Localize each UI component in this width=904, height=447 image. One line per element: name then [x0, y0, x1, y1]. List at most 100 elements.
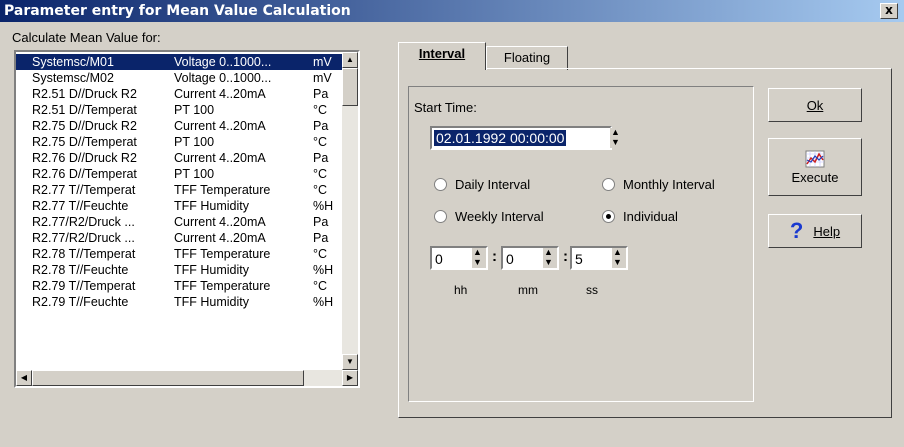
list-item[interactable]: R2.75 D//Druck R2 Current 4..20mA Pa	[16, 118, 357, 134]
list-item[interactable]: Systemsc/M02 Voltage 0..1000... mV	[16, 70, 357, 86]
channel-unit: °C	[313, 103, 328, 117]
radio-weekly-label: Weekly Interval	[455, 209, 544, 224]
list-item[interactable]: R2.78 T//Temperat TFF Temperature °C	[16, 246, 357, 262]
horizontal-scrollbar[interactable]: ◀ ▶	[16, 370, 358, 386]
help-button[interactable]: ? Help	[768, 214, 862, 248]
start-time-value: 02.01.1992 00:00:00	[434, 130, 567, 146]
channel-unit: Pa	[313, 151, 329, 165]
minutes-spinner[interactable]: ▲ ▼	[543, 248, 557, 268]
channel-unit: Pa	[313, 231, 329, 245]
ok-button-label: Ok	[806, 97, 824, 113]
tab-floating-label: Floating	[503, 50, 551, 65]
spin-up-icon[interactable]: ▲	[544, 248, 553, 257]
channel-type: TFF Temperature	[174, 279, 271, 293]
list-item[interactable]: R2.79 T//Feuchte TFF Humidity %H	[16, 294, 357, 310]
spin-down-icon[interactable]: ▼	[611, 138, 620, 147]
list-item[interactable]: R2.77 T//Temperat TFF Temperature °C	[16, 182, 357, 198]
window-title: Parameter entry for Mean Value Calculati…	[4, 3, 351, 19]
start-time-label: Start Time:	[414, 100, 477, 115]
channel-unit: °C	[313, 279, 328, 293]
channel-unit: Pa	[313, 215, 329, 229]
radio-individual[interactable]: Individual	[602, 209, 678, 224]
seconds-spinner[interactable]: ▲ ▼	[612, 248, 626, 268]
minutes-unit-label: mm	[518, 283, 538, 297]
question-icon: ?	[789, 218, 804, 243]
channel-type: TFF Temperature	[174, 183, 271, 197]
list-item[interactable]: R2.51 D//Temperat PT 100 °C	[16, 102, 357, 118]
list-item[interactable]: R2.77 T//Feuchte TFF Humidity %H	[16, 198, 357, 214]
spin-down-icon[interactable]: ▼	[544, 258, 553, 267]
scroll-up-icon[interactable]: ▲	[342, 52, 358, 68]
channel-list[interactable]: Systemsc/M01 Voltage 0..1000... mV Systemsc…	[14, 50, 360, 388]
channel-type: TFF Humidity	[174, 263, 249, 277]
radio-daily-interval[interactable]: Daily Interval	[434, 177, 530, 192]
scroll-down-icon[interactable]: ▼	[342, 354, 358, 370]
channel-unit: °C	[313, 183, 328, 197]
channel-name: R2.78 T//Temperat	[32, 247, 136, 261]
tab-floating[interactable]: Floating	[486, 46, 568, 70]
list-item[interactable]: R2.76 D//Temperat PT 100 °C	[16, 166, 357, 182]
channel-type: Current 4..20mA	[174, 231, 266, 245]
list-item[interactable]: R2.76 D//Druck R2 Current 4..20mA Pa	[16, 150, 357, 166]
channel-name: R2.79 T//Feuchte	[32, 295, 129, 309]
horizontal-scroll-thumb[interactable]	[32, 370, 304, 386]
list-item[interactable]: R2.78 T//Feuchte TFF Humidity %H	[16, 262, 357, 278]
channel-unit: %H	[313, 199, 334, 213]
channel-name: Systemsc/M02	[32, 71, 114, 85]
channel-name: R2.75 D//Druck R2	[32, 119, 137, 133]
channel-name: R2.75 D//Temperat	[32, 135, 137, 149]
tab-interval[interactable]: Interval	[398, 42, 486, 70]
radio-button-icon[interactable]	[602, 210, 615, 223]
vertical-scrollbar[interactable]: ▲ ▼	[342, 52, 358, 370]
channel-type: Current 4..20mA	[174, 215, 266, 229]
spin-up-icon[interactable]: ▲	[473, 248, 482, 257]
spin-up-icon[interactable]: ▲	[613, 248, 622, 257]
channel-name: R2.77/R2/Druck ...	[32, 231, 135, 245]
channel-type: Voltage 0..1000...	[174, 55, 272, 69]
channel-name: Systemsc/M01	[32, 55, 114, 69]
list-item[interactable]: R2.51 D//Druck R2 Current 4..20mA Pa	[16, 86, 357, 102]
channel-type: TFF Humidity	[174, 295, 249, 309]
ok-button[interactable]: Ok	[768, 88, 862, 122]
vertical-scroll-thumb[interactable]	[342, 68, 358, 106]
list-item[interactable]: R2.75 D//Temperat PT 100 °C	[16, 134, 357, 150]
channel-name: R2.77 T//Temperat	[32, 183, 136, 197]
channel-name: R2.51 D//Druck R2	[32, 87, 137, 101]
list-item[interactable]: Systemsc/M01 Voltage 0..1000... mV	[16, 54, 357, 70]
channel-type: Current 4..20mA	[174, 87, 266, 101]
channel-type: PT 100	[174, 135, 215, 149]
channel-type: TFF Humidity	[174, 199, 249, 213]
radio-button-icon[interactable]	[602, 178, 615, 191]
scroll-left-icon[interactable]: ◀	[16, 370, 32, 386]
tab-interval-label: Interval	[418, 46, 466, 61]
spin-down-icon[interactable]: ▼	[613, 258, 622, 267]
channel-unit: Pa	[313, 119, 329, 133]
radio-weekly-interval[interactable]: Weekly Interval	[434, 209, 544, 224]
help-button-label: Help	[813, 223, 841, 239]
list-item[interactable]: R2.77/R2/Druck ... Current 4..20mA Pa	[16, 230, 357, 246]
radio-button-icon[interactable]	[434, 210, 447, 223]
channel-unit: mV	[313, 55, 332, 69]
execute-button-label: Execute	[791, 169, 839, 185]
radio-daily-label: Daily Interval	[455, 177, 531, 192]
channel-type: TFF Temperature	[174, 247, 271, 261]
channel-unit: %H	[313, 295, 334, 309]
hours-spinner[interactable]: ▲ ▼	[472, 248, 486, 268]
channel-name: R2.77/R2/Druck ...	[32, 215, 135, 229]
channel-type: PT 100	[174, 167, 215, 181]
list-label: Calculate Mean Value for:	[12, 30, 161, 45]
start-time-spinner[interactable]: ▲ ▼	[610, 128, 624, 148]
start-time-input[interactable]: 02.01.1992 00:00:00	[430, 126, 612, 150]
scroll-right-icon[interactable]: ▶	[342, 370, 358, 386]
spin-down-icon[interactable]: ▼	[473, 258, 482, 267]
close-button[interactable]: x	[880, 3, 898, 19]
execute-button[interactable]: Execute	[768, 138, 862, 196]
radio-button-icon[interactable]	[434, 178, 447, 191]
list-item[interactable]: R2.77/R2/Druck ... Current 4..20mA Pa	[16, 214, 357, 230]
channel-unit: Pa	[313, 87, 329, 101]
list-item[interactable]: R2.79 T//Temperat TFF Temperature °C	[16, 278, 357, 294]
radio-monthly-interval[interactable]: Monthly Interval	[602, 177, 715, 192]
radio-monthly-label: Monthly Interval	[623, 177, 715, 192]
spin-up-icon[interactable]: ▲	[611, 128, 620, 137]
channel-name: R2.77 T//Feuchte	[32, 199, 129, 213]
